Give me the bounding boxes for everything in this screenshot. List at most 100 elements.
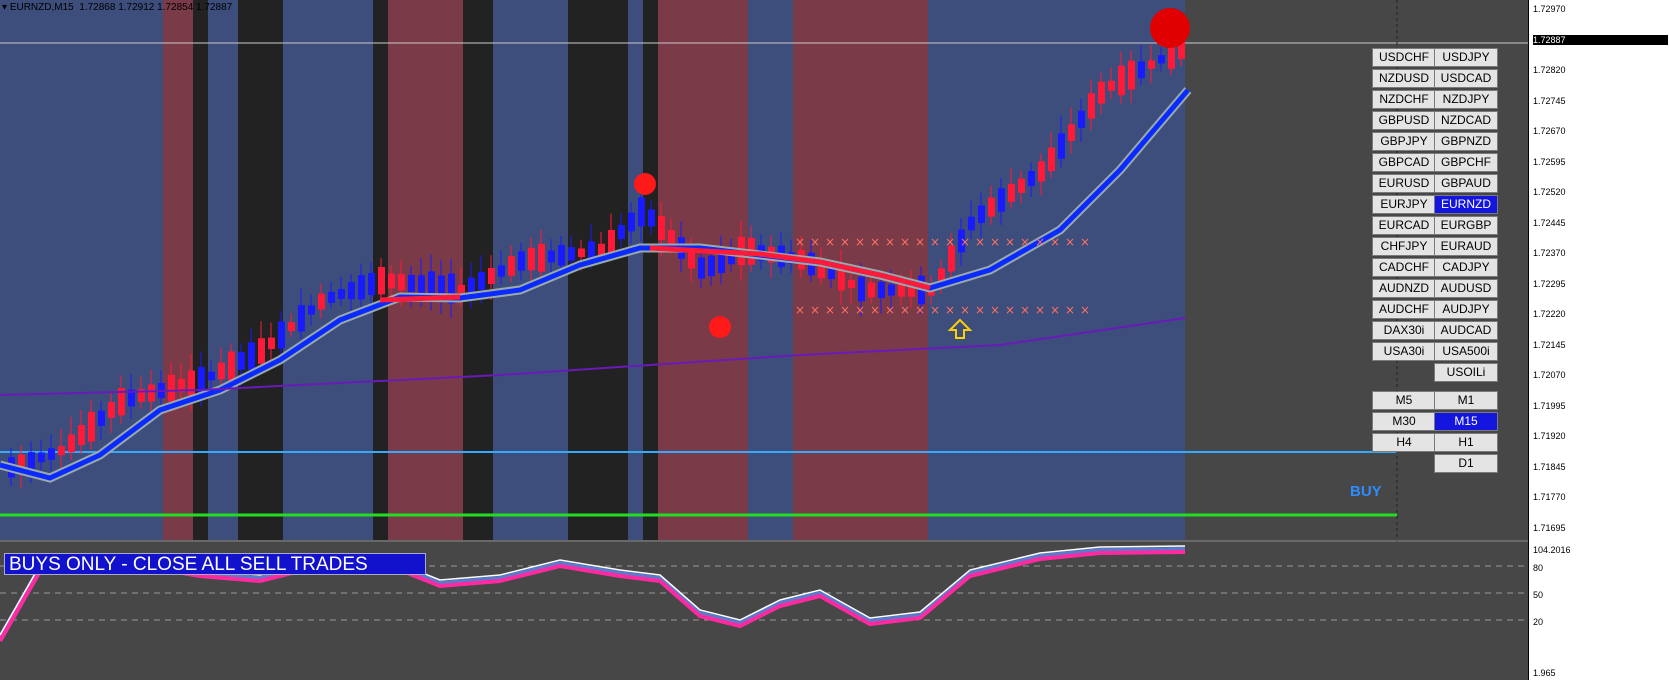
x-marker: × [840,303,850,317]
symbol-button-cadjpy[interactable]: CADJPY [1434,258,1498,277]
timeframe-button-m15[interactable]: M15 [1434,412,1498,431]
candle-body [708,255,715,277]
candle-body [1128,60,1135,90]
x-marker: × [930,303,940,317]
candle-body [1138,61,1145,79]
candle-body [528,247,535,271]
symbol-button-audusd[interactable]: AUDUSD [1434,279,1498,298]
candle-body [148,384,155,402]
symbol-button-chfjpy[interactable]: CHFJPY [1372,237,1436,256]
x-marker: × [945,235,955,249]
symbol-button-gbpcad[interactable]: GBPCAD [1372,153,1436,172]
candle-body [388,273,395,289]
candle-body [1158,55,1165,64]
candle-body [1068,124,1075,141]
symbol-button-eurnzd[interactable]: EURNZD [1434,195,1498,214]
x-marker: × [1065,303,1075,317]
symbol-button-nzdusd[interactable]: NZDUSD [1372,69,1436,88]
symbol-button-usdcad[interactable]: USDCAD [1434,69,1498,88]
symbol-button-usdchf[interactable]: USDCHF [1372,48,1436,67]
symbol-button-dax30i[interactable]: DAX30i [1372,321,1436,340]
symbol-button-cadchf[interactable]: CADCHF [1372,258,1436,277]
symbol-button-eurgbp[interactable]: EURGBP [1434,216,1498,235]
symbol-button-audnzd[interactable]: AUDNZD [1372,279,1436,298]
symbol-button-usa30i[interactable]: USA30i [1372,342,1436,361]
candle-body [828,268,835,280]
symbol-button-euraud[interactable]: EURAUD [1434,237,1498,256]
timeframe-button-h1[interactable]: H1 [1434,433,1498,452]
symbol-button-audjpy[interactable]: AUDJPY [1434,300,1498,319]
price-tick: 1.72887 [1533,34,1668,45]
candle-body [28,452,35,470]
candle-body [338,289,345,299]
timeframe-button-m5[interactable]: M5 [1372,391,1436,410]
candle-body [308,305,315,315]
candle-body [208,371,215,381]
timeframe-button-d1[interactable]: D1 [1434,454,1498,473]
candle-body [1018,178,1025,193]
candle-body [1118,65,1125,96]
candle-body [848,279,855,289]
brand-logo [1150,8,1190,48]
x-marker: × [1020,303,1030,317]
symbol-button-usdjpy[interactable]: USDJPY [1434,48,1498,67]
candle-body [358,275,365,300]
background-band [628,0,643,540]
background-band [928,0,1185,540]
symbol-button-nzdcad[interactable]: NZDCAD [1434,111,1498,130]
price-axis: 1.72970 1.72887 1.72820 1.72745 1.72670 1.725… [1528,0,1669,680]
candle-body [478,272,485,290]
symbol-label: EURNZD,M15 [9,2,74,13]
timeframe-button-m30[interactable]: M30 [1372,412,1436,431]
x-marker: × [855,235,865,249]
symbol-button-gbpusd[interactable]: GBPUSD [1372,111,1436,130]
symbol-button-usoili[interactable]: USOILi [1434,363,1498,382]
symbol-button-eurusd[interactable]: EURUSD [1372,174,1436,193]
oscillator-tick: 20 [1533,617,1544,627]
x-marker: × [825,303,835,317]
symbol-button-nzdchf[interactable]: NZDCHF [1372,90,1436,109]
price-tick: 1.71695 [1533,522,1566,533]
candle-body [1048,147,1055,172]
candle-body [698,257,705,279]
symbol-button-gbpnzd[interactable]: GBPNZD [1434,132,1498,151]
x-marker: × [960,235,970,249]
timeframe-button-m1[interactable]: M1 [1434,391,1498,410]
oscillator-tick: 80 [1533,563,1544,573]
candle-body [508,256,515,276]
x-marker: × [960,303,970,317]
candle-body [48,448,55,460]
x-marker: × [975,235,985,249]
candle-body [858,276,865,302]
background-band [643,0,658,540]
oscillator-tick: 1.965 [1533,668,1556,678]
timeframe-button-h4[interactable]: H4 [1372,433,1436,452]
x-marker: × [1005,235,1015,249]
candle-body [408,274,415,293]
symbol-button-audcad[interactable]: AUDCAD [1434,321,1498,340]
x-marker: × [870,303,880,317]
ma-red-segment [379,294,461,303]
symbol-button-gbpchf[interactable]: GBPCHF [1434,153,1498,172]
candle-body [648,209,655,227]
symbol-button-audchf[interactable]: AUDCHF [1372,300,1436,319]
symbol-button-eurjpy[interactable]: EURJPY [1372,195,1436,214]
symbol-button-gbpaud[interactable]: GBPAUD [1434,174,1498,193]
price-tick: 1.72970 [1533,4,1566,14]
chart-margin [1185,0,1365,540]
symbol-button-nzdjpy[interactable]: NZDJPY [1434,90,1498,109]
sell-dot [709,316,731,338]
symbol-button-eurcad[interactable]: EURCAD [1372,216,1436,235]
candle-body [378,266,385,295]
candle-body [1088,93,1095,119]
candle-body [368,272,375,296]
symbol-button-usa500i[interactable]: USA500i [1434,342,1498,361]
candle-body [188,370,195,396]
symbol-button-gbpjpy[interactable]: GBPJPY [1372,132,1436,151]
candle-body [658,216,665,240]
trade-banner: BUYS ONLY - CLOSE ALL SELL TRADES [4,553,426,575]
candle-body [38,452,45,463]
x-marker: × [900,235,910,249]
x-marker: × [810,303,820,317]
background-band [238,0,283,540]
